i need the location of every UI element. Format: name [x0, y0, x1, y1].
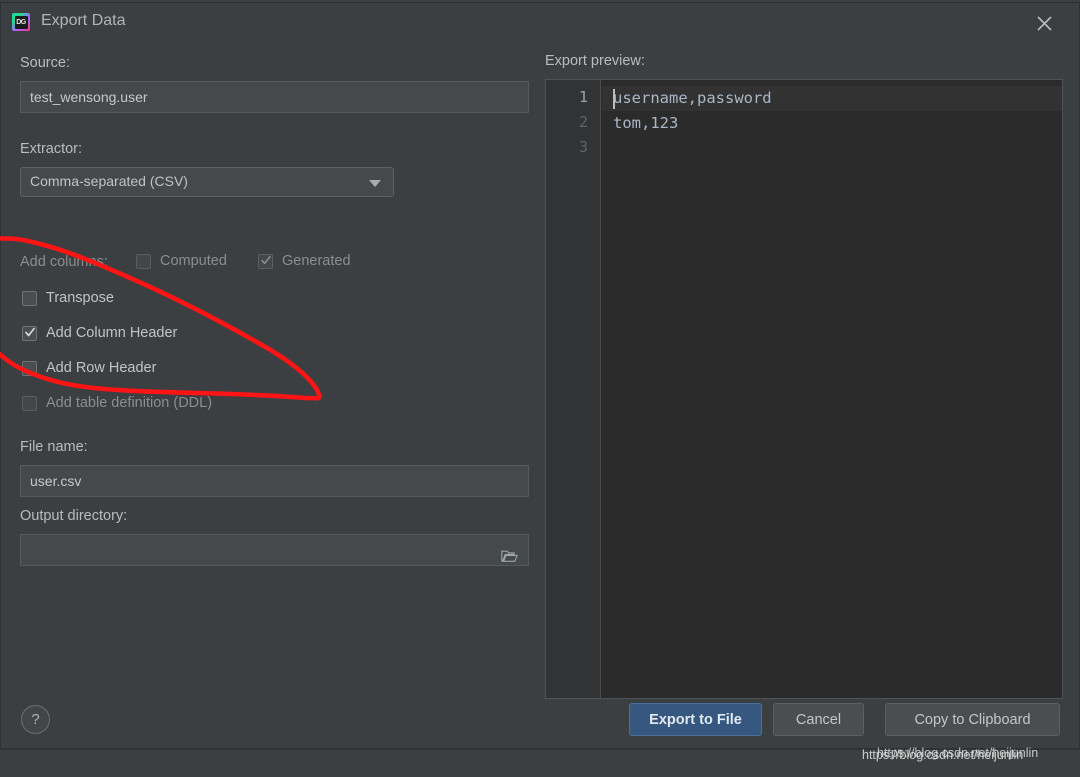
- extractor-selected-value: Comma-separated (CSV): [30, 173, 188, 189]
- export-to-file-button[interactable]: Export to File: [629, 703, 762, 736]
- checkbox-box-transpose: [22, 290, 37, 306]
- checkbox-transpose[interactable]: Transpose: [22, 290, 114, 306]
- export-preview-label: Export preview:: [545, 53, 645, 69]
- preview-line: [602, 136, 1062, 161]
- dialog-button-bar: ? Export to File Cancel Copy to Clipboar…: [1, 696, 1079, 748]
- file-name-input[interactable]: user.csv: [20, 465, 529, 497]
- folder-open-icon[interactable]: [501, 543, 518, 562]
- export-data-dialog: DG Export Data Source: test_wensong.user…: [0, 2, 1080, 749]
- checkbox-add-table-definition[interactable]: Add table definition (DDL): [22, 395, 212, 411]
- checkbox-box-generated: [258, 253, 273, 269]
- watermark-text-duplicate: https://blog.csdn.net/heijunlin: [877, 746, 1039, 760]
- source-label: Source:: [20, 55, 70, 71]
- checkbox-generated[interactable]: Generated: [258, 253, 351, 269]
- checkbox-add-row-header[interactable]: Add Row Header: [22, 360, 156, 376]
- line-number: 2: [578, 113, 588, 131]
- extractor-select[interactable]: Comma-separated (CSV): [20, 167, 394, 197]
- close-icon[interactable]: [1027, 9, 1061, 37]
- checkbox-label-add-column-header: Add Column Header: [46, 325, 178, 341]
- checkbox-box-add-table-definition: [22, 395, 37, 411]
- line-number: 3: [578, 138, 588, 156]
- source-input[interactable]: test_wensong.user: [20, 81, 529, 113]
- help-button[interactable]: ?: [21, 705, 50, 734]
- checkbox-box-add-row-header: [22, 360, 37, 376]
- text-caret: [613, 89, 615, 109]
- checkbox-label-transpose: Transpose: [46, 290, 114, 306]
- add-columns-label: Add columns:: [20, 254, 108, 270]
- dialog-title: Export Data: [41, 12, 126, 29]
- checkbox-add-column-header[interactable]: Add Column Header: [22, 325, 177, 341]
- dialog-titlebar: DG Export Data: [1, 3, 1079, 43]
- chevron-down-icon: [369, 180, 381, 187]
- line-number: 1: [578, 88, 588, 106]
- datagrip-logo-icon: DG: [12, 13, 30, 31]
- file-name-label: File name:: [20, 439, 88, 455]
- checkbox-computed[interactable]: Computed: [136, 253, 227, 269]
- export-preview-editor[interactable]: 1 2 3 username,password tom,123: [545, 79, 1063, 699]
- checkbox-label-add-table-definition: Add table definition (DDL): [46, 395, 213, 411]
- preview-line: username,password: [602, 86, 1062, 111]
- export-options-panel: Source: test_wensong.user Extractor: Com…: [1, 43, 541, 698]
- datagrip-logo-text: DG: [14, 15, 28, 29]
- output-directory-label: Output directory:: [20, 508, 128, 524]
- checkbox-label-add-row-header: Add Row Header: [46, 360, 157, 376]
- checkbox-label-computed: Computed: [160, 253, 227, 269]
- checkbox-box-add-column-header: [22, 325, 37, 341]
- extractor-label: Extractor:: [20, 141, 83, 157]
- cancel-button[interactable]: Cancel: [773, 703, 864, 736]
- line-number-gutter: 1 2 3: [546, 80, 601, 698]
- checkbox-box-computed: [136, 253, 151, 269]
- output-directory-input[interactable]: [20, 534, 529, 566]
- preview-line: tom,123: [613, 114, 679, 132]
- checkbox-label-generated: Generated: [282, 253, 351, 269]
- copy-to-clipboard-button[interactable]: Copy to Clipboard: [885, 703, 1060, 736]
